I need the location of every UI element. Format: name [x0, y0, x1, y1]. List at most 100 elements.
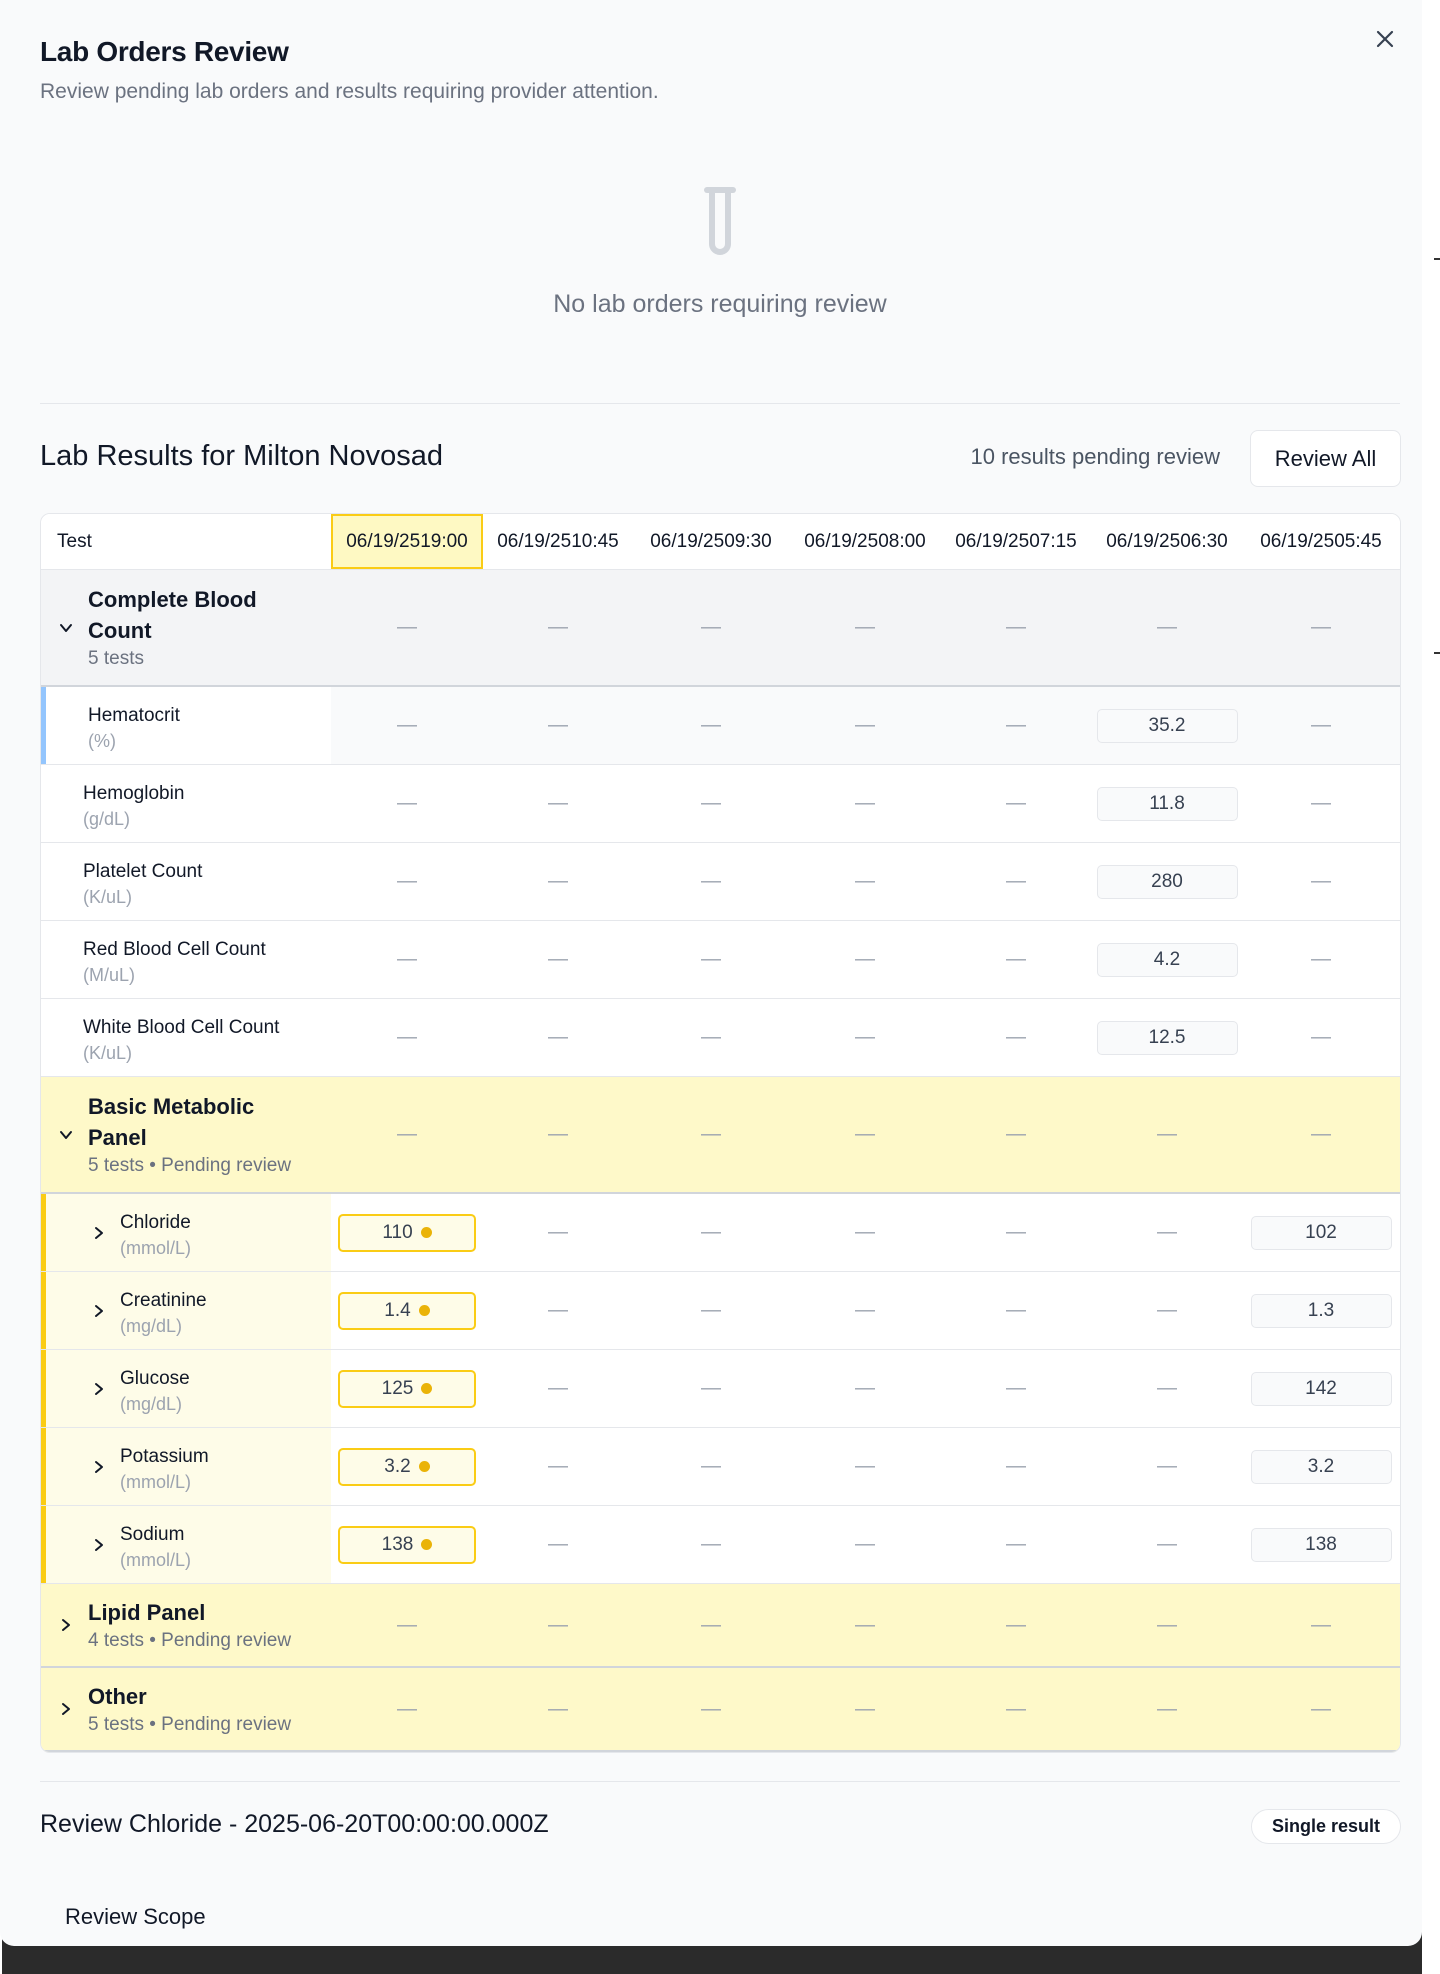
empty-value: — [701, 1221, 721, 1243]
result-value[interactable]: 12.5 [1096, 1020, 1238, 1055]
column-header-test: Test [57, 530, 92, 552]
empty-value: — [855, 1026, 875, 1048]
pending-result-value[interactable]: 138 [338, 1525, 476, 1564]
group-row[interactable]: Other 5 tests • Pending review — — — — — — — [41, 1668, 1400, 1752]
pending-result-value[interactable]: 110 [338, 1213, 476, 1252]
group-collapse-toggle[interactable] [59, 1077, 73, 1192]
empty-value: — [701, 1123, 721, 1145]
row-expand-toggle[interactable] [92, 1272, 106, 1349]
empty-value: — [1006, 1377, 1026, 1399]
empty-value: — [1311, 1613, 1331, 1636]
value-cell[interactable]: 102 [1245, 1194, 1397, 1271]
chevron-down-icon [60, 623, 72, 632]
empty-value: — [548, 948, 568, 970]
empty-state: No lab orders requiring review [40, 170, 1400, 400]
column-header-date[interactable]: 06/19/2510:45 [482, 514, 634, 569]
pending-result-value[interactable]: 1.4 [338, 1291, 476, 1330]
result-value-text: 110 [382, 1221, 413, 1243]
chevron-right-icon [95, 1226, 103, 1239]
group-expand-toggle[interactable] [59, 1584, 73, 1666]
review-all-button[interactable]: Review All [1250, 430, 1401, 487]
close-icon [1376, 30, 1394, 48]
column-header-date[interactable]: 06/19/2506:30 [1091, 514, 1243, 569]
value-cell[interactable]: 142 [1245, 1350, 1397, 1427]
value-cell[interactable]: 12.5 [1091, 999, 1243, 1076]
empty-value: — [548, 1123, 568, 1145]
table-row: White Blood Cell Count (K/uL) — — — — — 12.5 — [41, 999, 1400, 1077]
result-value[interactable]: 142 [1250, 1371, 1392, 1406]
result-value[interactable]: 1.3 [1250, 1293, 1392, 1328]
result-value[interactable]: 138 [1250, 1527, 1392, 1562]
table-row: Platelet Count (K/uL) — — — — — 280 — [41, 843, 1400, 921]
section-divider [40, 1781, 1400, 1782]
test-name-cell[interactable]: Sodium (mmol/L) [41, 1506, 331, 1583]
chevron-right-icon [62, 1619, 70, 1631]
value-cell[interactable]: 1.3 [1245, 1272, 1397, 1349]
result-value[interactable]: 280 [1096, 864, 1238, 899]
value-cell[interactable]: 280 [1091, 843, 1243, 920]
empty-value: — [1006, 792, 1026, 814]
result-value-text: 125 [381, 1377, 414, 1399]
test-name-cell[interactable]: Glucose (mg/dL) [41, 1350, 331, 1427]
value-cell[interactable]: 4.2 [1091, 921, 1243, 998]
empty-value: — [855, 1123, 875, 1145]
column-header-date[interactable]: 06/19/2519:00 [331, 514, 483, 569]
result-value[interactable]: 102 [1250, 1215, 1392, 1250]
pending-count: 10 results pending review [970, 444, 1220, 469]
empty-value: — [701, 1613, 721, 1636]
value-cell[interactable]: 138 [331, 1506, 483, 1583]
empty-value: — [855, 1613, 875, 1636]
group-row[interactable]: Complete Blood Count 5 tests — — — — — — — [41, 570, 1400, 687]
value-cell[interactable]: 3.2 [1245, 1428, 1397, 1505]
pending-dot-icon [421, 1383, 433, 1394]
value-cell[interactable]: 3.2 [331, 1428, 483, 1505]
value-cell[interactable]: 11.8 [1091, 765, 1243, 842]
result-value[interactable]: 3.2 [1250, 1449, 1392, 1484]
empty-value: — [1157, 1299, 1177, 1321]
result-value[interactable]: 35.2 [1096, 708, 1238, 743]
test-name-cell: Hemoglobin (g/dL) [41, 765, 331, 842]
result-value[interactable]: 11.8 [1096, 786, 1238, 821]
empty-value: — [548, 1613, 568, 1636]
empty-value: — [548, 792, 568, 814]
group-row[interactable]: Basic Metabolic Panel 5 tests • Pending r… [41, 1077, 1400, 1194]
empty-value: — [548, 1533, 568, 1555]
test-name-cell[interactable]: Chloride (mmol/L) [41, 1194, 331, 1271]
column-header-date[interactable]: 06/19/2508:00 [789, 514, 941, 569]
group-expand-toggle[interactable] [59, 1668, 73, 1750]
review-panel-title: Review Chloride - 2025-06-20T00:00:00.00… [40, 1810, 549, 1838]
test-name: Chloride [120, 1212, 191, 1233]
empty-value: — [1157, 1377, 1177, 1399]
result-value-text: 138 [381, 1533, 414, 1555]
column-header-date[interactable]: 06/19/2507:15 [940, 514, 1092, 569]
test-name: Red Blood Cell Count [83, 939, 266, 960]
test-name-cell[interactable]: Potassium (mmol/L) [41, 1428, 331, 1505]
group-row[interactable]: Lipid Panel 4 tests • Pending review — — — — —… [41, 1584, 1400, 1668]
value-cell[interactable]: 110 [331, 1194, 483, 1271]
value-cell[interactable]: 138 [1245, 1506, 1397, 1583]
close-button[interactable] [1370, 24, 1400, 54]
test-unit: (g/dL) [83, 809, 131, 829]
pending-result-value[interactable]: 3.2 [338, 1447, 476, 1486]
table-row: Creatinine (mg/dL) 1.4 — — — — — 1.3 [41, 1272, 1400, 1350]
empty-value: — [701, 1455, 721, 1477]
test-name-cell[interactable]: Creatinine (mg/dL) [41, 1272, 331, 1349]
value-cell[interactable]: 1.4 [331, 1272, 483, 1349]
pending-result-value[interactable]: 125 [338, 1369, 476, 1408]
row-expand-toggle[interactable] [92, 1194, 106, 1271]
result-value[interactable]: 4.2 [1096, 942, 1238, 977]
empty-value: — [855, 1533, 875, 1555]
row-expand-toggle[interactable] [92, 1428, 106, 1505]
column-header-date[interactable]: 06/19/2509:30 [635, 514, 787, 569]
value-cell[interactable]: 125 [331, 1350, 483, 1427]
empty-value: — [855, 1377, 875, 1399]
row-expand-toggle[interactable] [92, 1506, 106, 1583]
column-header-date[interactable]: 06/19/2505:45 [1245, 514, 1397, 569]
test-unit: (M/uL) [83, 965, 136, 985]
row-expand-toggle[interactable] [92, 1350, 106, 1427]
group-collapse-toggle[interactable] [59, 570, 73, 685]
result-value-text: 1.3 [1307, 1299, 1335, 1321]
empty-value: — [1006, 1123, 1026, 1145]
value-cell[interactable]: 35.2 [1091, 687, 1243, 764]
group-label: Basic Metabolic Panel 5 tests • Pending r… [88, 1077, 291, 1192]
